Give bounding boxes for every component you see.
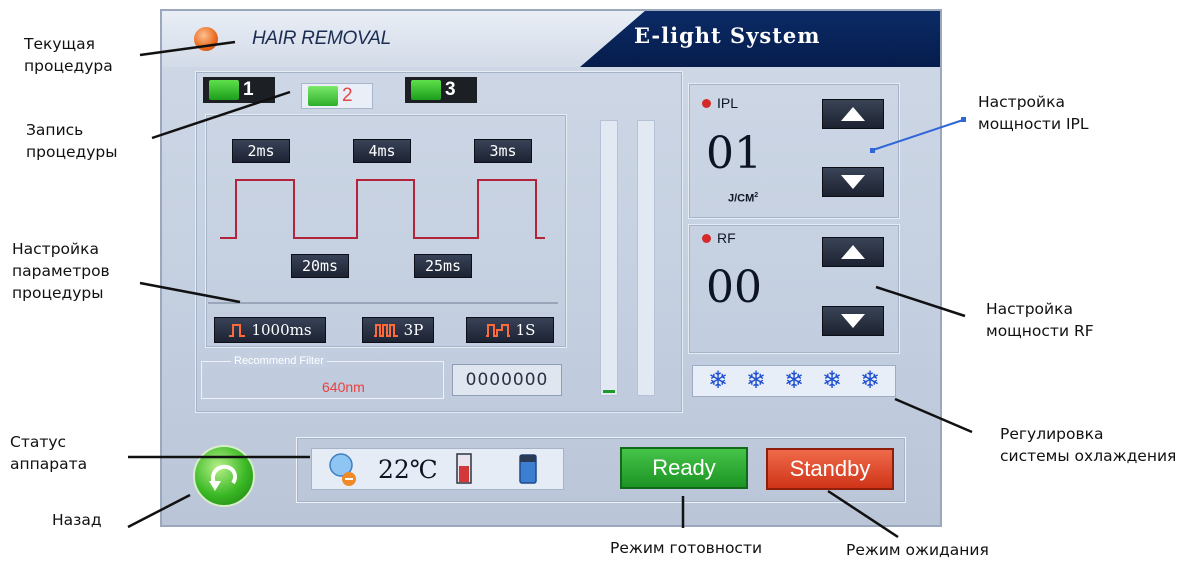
callout-leader-lines: [127, 40, 973, 539]
